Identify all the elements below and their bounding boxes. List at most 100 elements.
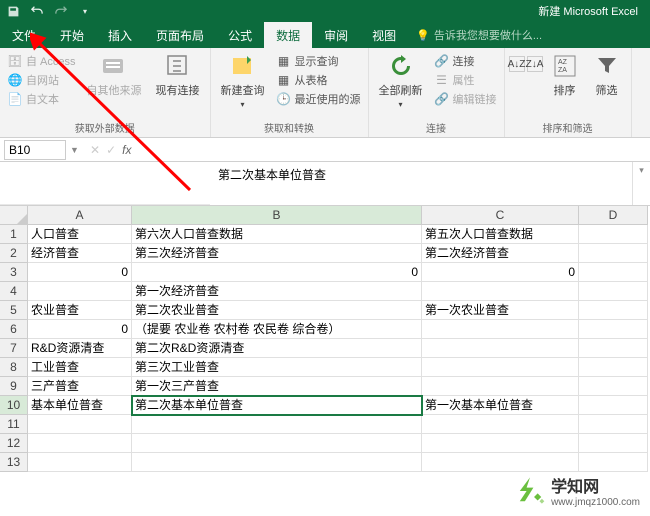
cell[interactable] xyxy=(579,396,648,415)
cell[interactable]: 经济普查 xyxy=(28,244,132,263)
edit-links-button[interactable]: 🔗编辑链接 xyxy=(431,90,500,108)
sort-button[interactable]: AZZA 排序 xyxy=(545,50,585,118)
spreadsheet-grid[interactable]: 12345678910111213 ABCD 人口普查第六次人口普查数据第五次人… xyxy=(0,206,650,472)
cell[interactable] xyxy=(579,434,648,453)
row-header[interactable]: 12 xyxy=(0,434,28,453)
cell[interactable] xyxy=(422,282,579,301)
formula-collapse-icon[interactable]: ▾ xyxy=(632,162,650,205)
cell[interactable] xyxy=(132,434,422,453)
recent-button[interactable]: 🕒最近使用的源 xyxy=(273,90,364,108)
tab-home[interactable]: 开始 xyxy=(48,22,96,48)
from-access-button[interactable]: 🗄自 Access xyxy=(4,52,79,70)
formula-input[interactable]: 第二次基本单位普查 xyxy=(210,162,632,205)
select-all-corner[interactable] xyxy=(0,206,28,225)
cell[interactable] xyxy=(28,282,132,301)
cell[interactable]: 第一次三产普查 xyxy=(132,377,422,396)
accept-icon[interactable]: ✓ xyxy=(106,143,116,157)
cell[interactable] xyxy=(579,415,648,434)
cell[interactable]: 三产普查 xyxy=(28,377,132,396)
tab-review[interactable]: 审阅 xyxy=(312,22,360,48)
tell-me-search[interactable]: 💡 告诉我您想要做什么... xyxy=(416,22,542,48)
tab-file[interactable]: 文件 xyxy=(0,22,48,48)
from-table-button[interactable]: ▦从表格 xyxy=(273,71,364,89)
row-header[interactable]: 10 xyxy=(0,396,28,415)
tab-view[interactable]: 视图 xyxy=(360,22,408,48)
cell[interactable] xyxy=(579,358,648,377)
qat-dropdown-icon[interactable]: ▾ xyxy=(78,4,92,18)
cell[interactable] xyxy=(422,339,579,358)
row-header[interactable]: 9 xyxy=(0,377,28,396)
cell[interactable] xyxy=(422,415,579,434)
cell[interactable]: 第三次工业普查 xyxy=(132,358,422,377)
cell[interactable]: 0 xyxy=(28,320,132,339)
cell[interactable]: 0 xyxy=(132,263,422,282)
cell[interactable] xyxy=(579,282,648,301)
redo-icon[interactable] xyxy=(54,4,68,18)
col-header-D[interactable]: D xyxy=(579,206,648,225)
cell[interactable] xyxy=(579,320,648,339)
cell[interactable] xyxy=(28,453,132,472)
cell[interactable]: 0 xyxy=(422,263,579,282)
cell[interactable] xyxy=(579,225,648,244)
row-header[interactable]: 1 xyxy=(0,225,28,244)
cell[interactable] xyxy=(132,415,422,434)
from-web-button[interactable]: 🌐自网站 xyxy=(4,71,79,89)
col-header-C[interactable]: C xyxy=(422,206,579,225)
cell[interactable]: 第一次农业普查 xyxy=(422,301,579,320)
cell[interactable] xyxy=(132,453,422,472)
cell[interactable]: 第二次经济普查 xyxy=(422,244,579,263)
cell[interactable]: 第六次人口普查数据 xyxy=(132,225,422,244)
cell[interactable]: 工业普查 xyxy=(28,358,132,377)
row-header[interactable]: 4 xyxy=(0,282,28,301)
cell[interactable] xyxy=(28,415,132,434)
refresh-all-button[interactable]: 全部刷新▾ xyxy=(373,50,429,118)
cell[interactable] xyxy=(422,358,579,377)
sort-desc-icon[interactable]: Z↓A xyxy=(527,56,543,72)
cell[interactable]: 第一次基本单位普查 xyxy=(422,396,579,415)
properties-button[interactable]: ☰属性 xyxy=(431,71,500,89)
cell[interactable] xyxy=(579,263,648,282)
cell[interactable]: 第二次农业普查 xyxy=(132,301,422,320)
row-header[interactable]: 11 xyxy=(0,415,28,434)
cell[interactable]: 农业普查 xyxy=(28,301,132,320)
new-query-button[interactable]: 新建查询▾ xyxy=(215,50,271,118)
row-header[interactable]: 5 xyxy=(0,301,28,320)
cell[interactable] xyxy=(579,453,648,472)
cell[interactable] xyxy=(579,377,648,396)
cancel-icon[interactable]: ✕ xyxy=(90,143,100,157)
cell[interactable]: R&D资源清查 xyxy=(28,339,132,358)
existing-conn-button[interactable]: 现有连接 xyxy=(150,50,206,118)
filter-button[interactable]: 筛选 xyxy=(587,50,627,118)
sort-asc-icon[interactable]: A↓Z xyxy=(509,56,525,72)
from-other-button[interactable]: 自其他来源 xyxy=(81,50,148,118)
cell[interactable]: （提要 农业卷 农村卷 农民卷 综合卷） xyxy=(132,320,422,339)
cell[interactable] xyxy=(579,244,648,263)
cell[interactable] xyxy=(422,434,579,453)
col-header-B[interactable]: B xyxy=(132,206,422,225)
cell[interactable] xyxy=(422,377,579,396)
undo-icon[interactable] xyxy=(30,4,44,18)
save-icon[interactable] xyxy=(6,4,20,18)
cell[interactable] xyxy=(422,320,579,339)
tab-formulas[interactable]: 公式 xyxy=(216,22,264,48)
tab-data[interactable]: 数据 xyxy=(264,22,312,48)
name-box[interactable]: B10 xyxy=(4,140,66,160)
row-header[interactable]: 2 xyxy=(0,244,28,263)
cell[interactable]: 第一次经济普查 xyxy=(132,282,422,301)
row-header[interactable]: 7 xyxy=(0,339,28,358)
fx-icon[interactable]: fx xyxy=(122,143,131,157)
cell[interactable] xyxy=(422,453,579,472)
cell[interactable]: 基本单位普查 xyxy=(28,396,132,415)
cell[interactable] xyxy=(579,339,648,358)
row-header[interactable]: 3 xyxy=(0,263,28,282)
row-header[interactable]: 8 xyxy=(0,358,28,377)
from-text-button[interactable]: 📄自文本 xyxy=(4,90,79,108)
cell[interactable]: 第二次基本单位普查 xyxy=(132,396,422,415)
row-header[interactable]: 13 xyxy=(0,453,28,472)
cell[interactable]: 第五次人口普查数据 xyxy=(422,225,579,244)
cell[interactable] xyxy=(28,434,132,453)
namebox-dropdown-icon[interactable]: ▼ xyxy=(70,145,84,155)
show-query-button[interactable]: ▦显示查询 xyxy=(273,52,364,70)
cell[interactable]: 人口普查 xyxy=(28,225,132,244)
row-header[interactable]: 6 xyxy=(0,320,28,339)
